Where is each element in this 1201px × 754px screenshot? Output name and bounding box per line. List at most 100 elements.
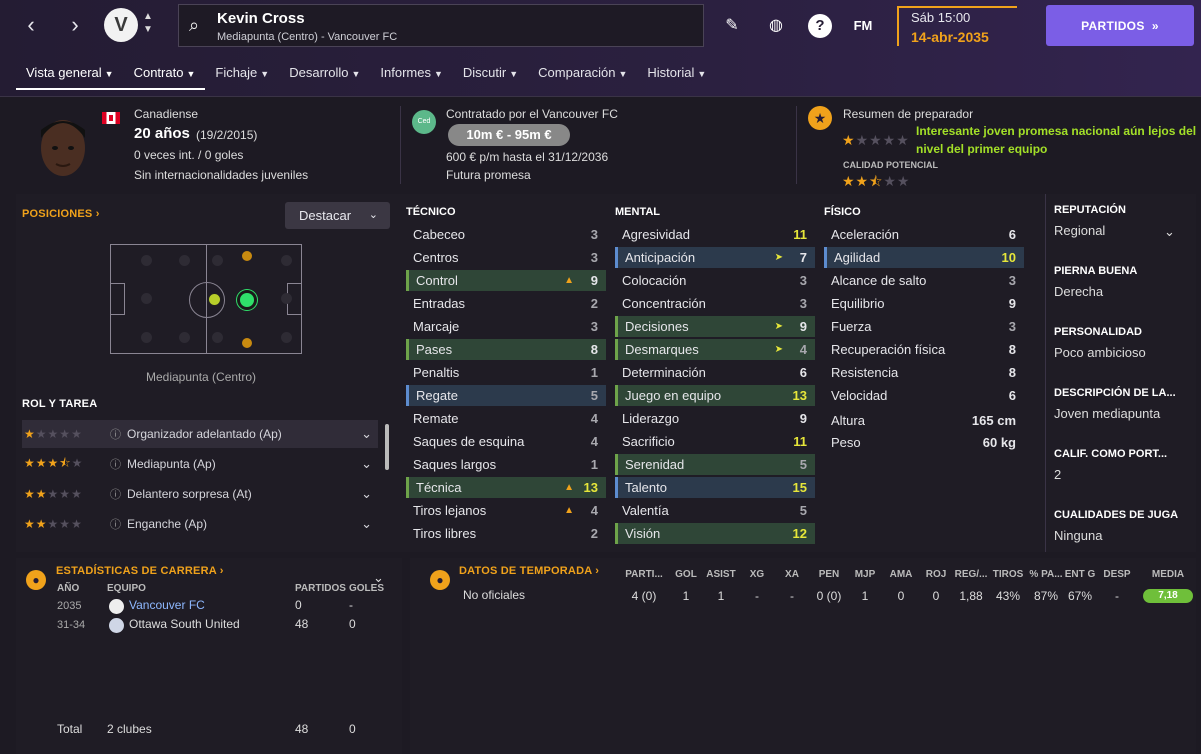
- club-crest-icon[interactable]: V: [104, 8, 138, 42]
- date-full: 14-abr-2035: [911, 29, 989, 45]
- role-row[interactable]: ★★★★★ ⓘ Enganche (Ap) ⌄: [22, 510, 378, 538]
- attribute-row[interactable]: Valentía 5: [615, 500, 815, 521]
- help-icon[interactable]: ?: [808, 14, 832, 38]
- attribute-row[interactable]: Pases 8: [406, 339, 606, 360]
- attribute-row[interactable]: Centros 3: [406, 247, 606, 268]
- tab-informes[interactable]: Informes ▼: [370, 60, 453, 90]
- coach-report-title[interactable]: Resumen de preparador: [843, 107, 973, 121]
- career-header[interactable]: ESTADÍSTICAS DE CARRERA ›: [56, 565, 224, 577]
- attribute-name: Penaltis: [413, 365, 460, 380]
- chevron-down-icon[interactable]: ⌄: [361, 516, 372, 532]
- role-row[interactable]: ★★★⯪★ ⓘ Mediapunta (Ap) ⌄: [22, 450, 378, 478]
- attribute-row[interactable]: Resistencia 8: [824, 362, 1024, 383]
- attribute-name: Pases: [416, 342, 453, 357]
- attribute-row[interactable]: Anticipación ➤ 7: [615, 247, 815, 268]
- updown-chevron-icon[interactable]: ▲ ▼: [143, 10, 153, 36]
- globe-icon[interactable]: ◍: [764, 14, 788, 38]
- attribute-row[interactable]: Visión 12: [615, 523, 815, 544]
- position-dot-amc-natural: [237, 290, 257, 310]
- season-col-header[interactable]: MEDIA: [1144, 569, 1192, 580]
- attribute-row[interactable]: Decisiones ➤ 9: [615, 316, 815, 337]
- sidebar-field[interactable]: CALIF. COMO PORT... 2: [1054, 448, 1196, 499]
- role-row[interactable]: ★★★★★ ⓘ Organizador adelantado (Ap) ⌄: [22, 420, 378, 448]
- career-team[interactable]: Ottawa South United: [129, 617, 240, 631]
- roles-scrollbar[interactable]: [385, 424, 389, 470]
- tab-historial[interactable]: Historial ▼: [637, 60, 716, 90]
- chevron-down-icon[interactable]: ⌄: [361, 456, 372, 472]
- role-row[interactable]: ★★★★★ ⓘ Delantero sorpresa (At) ⌄: [22, 480, 378, 508]
- chevron-down-icon[interactable]: ⌄: [361, 426, 372, 442]
- tab-discutir[interactable]: Discutir ▼: [453, 60, 528, 90]
- partidos-button[interactable]: PARTIDOS »: [1046, 5, 1194, 46]
- chevron-down-icon[interactable]: ⌄: [361, 486, 372, 502]
- attribute-row[interactable]: Tiros libres 2: [406, 523, 606, 544]
- tab-comparacion[interactable]: Comparación ▼: [528, 60, 637, 90]
- attribute-row[interactable]: Liderazgo 9: [615, 408, 815, 429]
- player-info-strip: Canadiense 20 años (19/2/2015) 0 veces i…: [16, 98, 1196, 190]
- attribute-row[interactable]: Recuperación física 8: [824, 339, 1024, 360]
- tab-desarrollo[interactable]: Desarrollo ▼: [279, 60, 370, 90]
- tab-vista-general[interactable]: Vista general ▼: [16, 60, 124, 90]
- info-icon[interactable]: ⓘ: [110, 516, 121, 532]
- attribute-row[interactable]: Entradas 2: [406, 293, 606, 314]
- info-sidebar: ⌄ REPUTACIÓN Regional PIERNA BUENA Derecha P…: [1045, 194, 1196, 552]
- sidebar-field[interactable]: PERSONALIDAD Poco ambicioso: [1054, 326, 1196, 377]
- attribute-row[interactable]: Colocación 3: [615, 270, 815, 291]
- sidebar-field[interactable]: DESCRIPCIÓN DE LA... Joven mediapunta: [1054, 387, 1196, 438]
- attribute-name: Juego en equipo: [625, 388, 722, 403]
- search-icon: ⌕: [189, 15, 200, 35]
- fm-menu[interactable]: FM: [848, 14, 878, 38]
- transfer-value[interactable]: 10m € - 95m €: [448, 124, 570, 146]
- attribute-row[interactable]: Marcaje 3: [406, 316, 606, 337]
- season-col-header[interactable]: DESP: [1093, 569, 1141, 580]
- attribute-row[interactable]: Control ▲ 9: [406, 270, 606, 291]
- attribute-row[interactable]: Determinación 6: [615, 362, 815, 383]
- attribute-value: 5: [590, 388, 598, 403]
- info-icon[interactable]: ⓘ: [110, 426, 121, 442]
- youth-caps: Sin internacionalidades juveniles: [134, 168, 309, 182]
- date-of-birth: (19/2/2015): [196, 128, 258, 142]
- attribute-row[interactable]: Remate 4: [406, 408, 606, 429]
- player-search-box[interactable]: ⌕ Kevin Cross Mediapunta (Centro) - Vanc…: [178, 4, 704, 47]
- attribute-row[interactable]: Juego en equipo 13: [615, 385, 815, 406]
- sidebar-field[interactable]: CUALIDADES DE JUGA Ninguna: [1054, 509, 1196, 553]
- info-icon[interactable]: ⓘ: [110, 456, 121, 472]
- edit-pencil-icon[interactable]: ✎: [720, 14, 744, 38]
- attribute-row[interactable]: Fuerza 3: [824, 316, 1024, 337]
- tab-fichaje[interactable]: Fichaje ▼: [205, 60, 279, 90]
- destacar-dropdown[interactable]: Destacar ⌄: [285, 202, 390, 229]
- attribute-row[interactable]: Equilibrio 9: [824, 293, 1024, 314]
- attribute-row[interactable]: Serenidad 5: [615, 454, 815, 475]
- career-apps: 48: [295, 617, 309, 631]
- tab-contrato[interactable]: Contrato ▼: [123, 60, 206, 90]
- attribute-row[interactable]: Técnica ▲ 13: [406, 477, 606, 498]
- attribute-row[interactable]: Regate 5: [406, 385, 606, 406]
- attribute-row[interactable]: Aceleración 6: [824, 224, 1024, 245]
- attribute-row[interactable]: Agilidad 10: [824, 247, 1024, 268]
- attribute-value: 3: [799, 273, 807, 288]
- forward-arrow-icon[interactable]: ›: [60, 10, 90, 40]
- sidebar-field[interactable]: PIERNA BUENA Derecha: [1054, 265, 1196, 316]
- attribute-row[interactable]: Alcance de salto 3: [824, 270, 1024, 291]
- season-col-header[interactable]: PARTI...: [620, 569, 668, 580]
- back-arrow-icon[interactable]: ‹: [16, 10, 46, 40]
- attribute-row[interactable]: Velocidad 6: [824, 385, 1024, 406]
- positions-header[interactable]: POSICIONES ›: [22, 208, 100, 220]
- attribute-row[interactable]: Talento 15: [615, 477, 815, 498]
- attribute-row[interactable]: Desmarques ➤ 4: [615, 339, 815, 360]
- attribute-row[interactable]: Cabeceo 3: [406, 224, 606, 245]
- attribute-row[interactable]: Concentración 3: [615, 293, 815, 314]
- attribute-row[interactable]: Saques de esquina 4: [406, 431, 606, 452]
- attribute-row[interactable]: Penaltis 1: [406, 362, 606, 383]
- attribute-row[interactable]: Saques largos 1: [406, 454, 606, 475]
- chevron-down-icon: ▼: [697, 69, 707, 79]
- attribute-row[interactable]: Agresividad 11: [615, 224, 815, 245]
- season-header[interactable]: DATOS DE TEMPORADA ›: [459, 565, 599, 577]
- career-total-clubs: 2 clubes: [107, 722, 152, 736]
- info-icon[interactable]: ⓘ: [110, 486, 121, 502]
- attribute-row[interactable]: Tiros lejanos ▲ 4: [406, 500, 606, 521]
- attribute-row[interactable]: Sacrificio 11: [615, 431, 815, 452]
- career-team-link[interactable]: Vancouver FC: [129, 598, 205, 612]
- attribute-value: 1: [590, 365, 598, 380]
- chevron-down-icon[interactable]: ⌄: [1164, 224, 1175, 240]
